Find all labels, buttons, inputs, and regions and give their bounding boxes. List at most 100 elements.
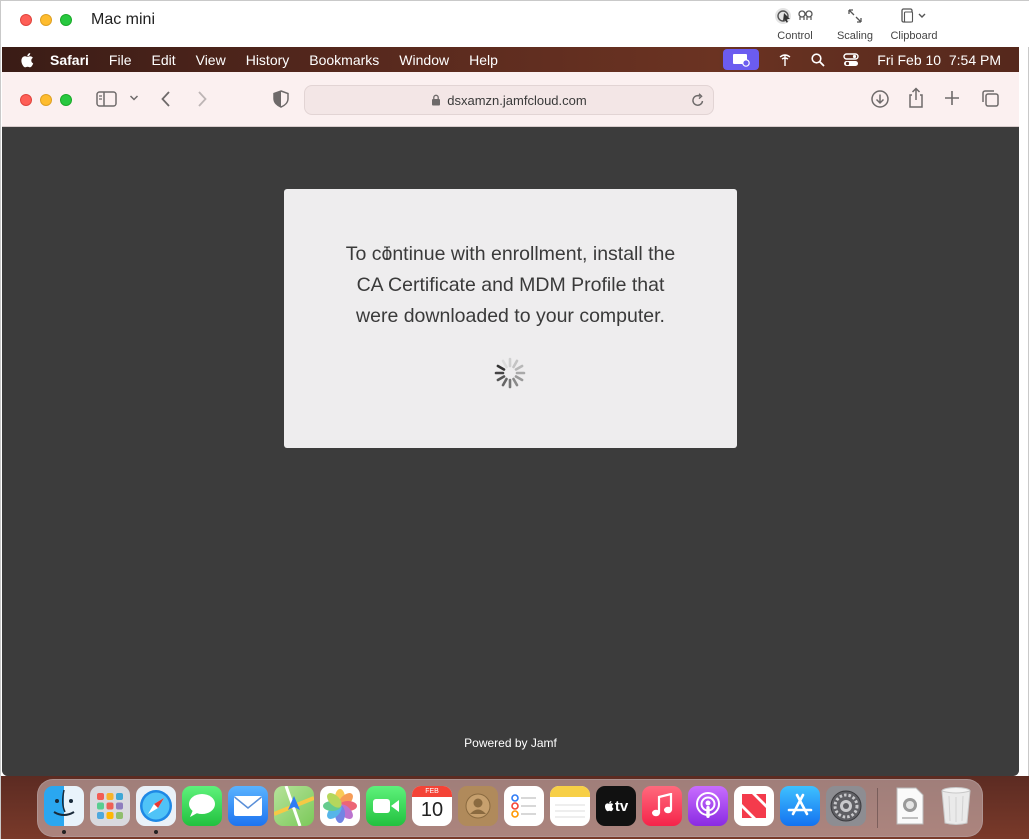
loading-spinner-icon [494,357,526,389]
forward-button[interactable] [196,90,208,108]
calendar-day: 10 [420,799,444,821]
clipboard-icon [901,8,926,23]
remote-desktop-window: Mac mini Control Scaling Clipboard Safar… [0,0,1029,839]
reminders-icon [511,794,536,818]
dock-separator [877,788,878,828]
podcasts-icon [696,792,720,818]
dock-news[interactable] [734,786,774,826]
privacy-report-button[interactable] [273,90,289,108]
powered-by-footer: Powered by Jamf [464,736,557,750]
dock-finder[interactable] [44,786,84,826]
chevron-down-icon [129,95,139,101]
download-icon [871,90,889,108]
dock-reminders[interactable] [504,786,544,826]
tv-label: tv [614,797,629,815]
dock-mail[interactable] [228,786,268,826]
menu-edit[interactable]: Edit [151,52,175,68]
config-profile-document-icon [896,787,924,825]
antenna-icon[interactable] [777,52,793,68]
menu-history[interactable]: History [246,52,290,68]
safari-compass-icon [140,790,172,822]
trash-icon [941,787,971,825]
menu-file[interactable]: File [109,52,132,68]
control-center-icon[interactable] [843,52,859,67]
zoom-button[interactable] [60,14,72,26]
safari-close-button[interactable] [20,94,32,106]
safari-zoom-button[interactable] [60,94,72,106]
sidebar-toggle-button[interactable] [96,90,118,108]
enrollment-message: To continue with enrollment, install the… [314,239,707,332]
dock-contacts[interactable] [458,786,498,826]
menu-help[interactable]: Help [469,52,498,68]
dock-photos[interactable] [320,786,360,826]
dock-safari[interactable] [136,786,176,826]
mail-icon [234,796,262,816]
menu-extras: Fri Feb 10 7:54 PM [723,47,1001,72]
tab-overview-button[interactable] [981,89,1000,108]
dock-podcasts[interactable] [688,786,728,826]
share-button[interactable] [907,87,925,109]
dock-maps[interactable] [274,786,314,826]
menubar-clock[interactable]: Fri Feb 10 7:54 PM [877,52,1001,68]
message-line: CA Certificate and MDM Profile that [356,274,665,296]
notes-header [550,786,590,797]
share-icon [909,87,923,108]
screen-share-icon [733,53,751,67]
screen-sharing-status[interactable] [723,49,760,70]
web-content: To continue with enrollment, install the… [2,127,1019,776]
dock-launchpad[interactable] [90,786,130,826]
spotlight-search-icon[interactable] [811,52,825,67]
window-title: Mac mini [91,11,156,28]
back-button[interactable] [160,90,172,108]
shield-icon [273,90,289,108]
notes-icon [555,804,585,818]
text-cursor-icon [384,246,390,260]
window-controls [20,14,72,26]
safari-minimize-button[interactable] [40,94,52,106]
dock-tv[interactable]: tv [596,786,636,826]
menu-view[interactable]: View [196,52,226,68]
news-icon [742,794,766,818]
dock-notes[interactable] [550,786,590,826]
control-button[interactable]: Control [771,5,819,42]
dock-system-preferences[interactable] [826,786,866,826]
remote-window-titlebar: Mac mini Control Scaling Clipboard [1,1,1029,47]
message-line: To continue with enrollment, install the [345,243,676,265]
safari-window-controls [20,94,72,106]
clipboard-button[interactable]: Clipboard [886,5,942,42]
message-line: were downloaded to your computer. [356,305,665,327]
photos-icon [323,789,357,823]
address-bar[interactable]: dsxamzn.jamfcloud.com [304,85,714,115]
facetime-video-icon [373,799,399,813]
calendar-month: FEB [412,786,452,797]
dock-document[interactable] [890,786,930,826]
plus-icon [945,91,959,105]
dock-app-store[interactable] [780,786,820,826]
scaling-label: Scaling [836,30,874,42]
dock-music[interactable] [642,786,682,826]
tab-group-menu-button[interactable] [129,94,139,102]
dock-calendar[interactable]: FEB 10 [412,786,452,826]
close-button[interactable] [20,14,32,26]
running-indicator [154,830,158,834]
enrollment-message-card: To continue with enrollment, install the… [284,189,737,448]
dock-trash[interactable] [936,786,976,826]
menu-safari[interactable]: Safari [50,52,89,68]
dock-messages[interactable] [182,786,222,826]
minimize-button[interactable] [40,14,52,26]
reload-icon[interactable] [691,92,705,108]
dock: FEB 10 tv [37,779,983,837]
apple-menu-icon[interactable] [20,52,34,68]
maps-icon [274,786,314,826]
scaling-button[interactable]: Scaling [833,5,877,42]
launchpad-icon [97,793,123,819]
app-store-icon [787,793,813,816]
back-chevron-icon [161,91,170,107]
menu-window[interactable]: Window [399,52,449,68]
downloads-button[interactable] [870,89,890,109]
url-text: dsxamzn.jamfcloud.com [447,92,587,108]
dock-facetime[interactable] [366,786,406,826]
new-tab-button[interactable] [944,90,960,106]
tabs-overview-icon [982,90,999,107]
menu-bookmarks[interactable]: Bookmarks [309,52,379,68]
